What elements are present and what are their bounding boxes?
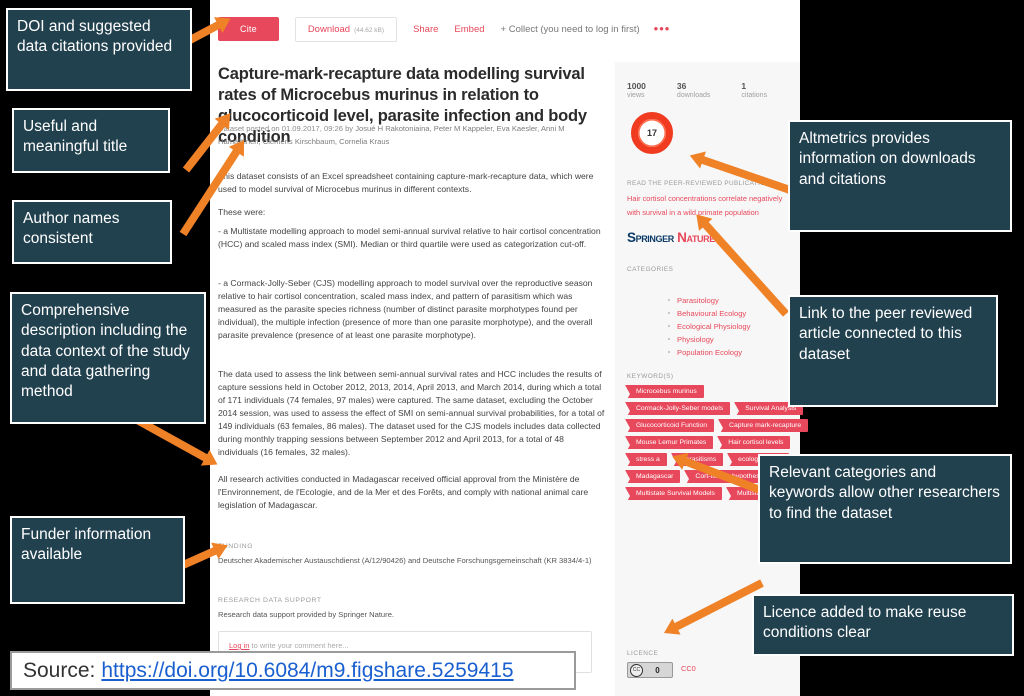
- cc0-badge-icon[interactable]: CC 0: [627, 662, 673, 678]
- annotated-screenshot: Cite Download (44.62 kB) Share Embed + Co…: [0, 0, 1024, 696]
- peer-review-link[interactable]: Hair cortisol concentrations correlate n…: [627, 192, 795, 219]
- source-label: Source:: [23, 658, 96, 682]
- callout-doi-citations: DOI and suggested data citations provide…: [6, 8, 192, 91]
- login-link[interactable]: Log in: [229, 641, 249, 650]
- altmetric-badge[interactable]: 17: [631, 112, 673, 154]
- logo-springer: Springer: [627, 230, 674, 245]
- callout-peer-link: Link to the peer reviewed article connec…: [788, 295, 998, 407]
- cc-icon: CC: [630, 663, 643, 677]
- keyword-tag[interactable]: Hair cortisol levels: [717, 436, 791, 454]
- description-paragraph: The data used to assess the link between…: [218, 369, 605, 458]
- keyword-tag[interactable]: Multistate Survival Models: [625, 487, 722, 505]
- figshare-dataset-page: Cite Download (44.62 kB) Share Embed + Co…: [210, 0, 809, 696]
- keyword-tag[interactable]: Cormack-Jolly-Seber models: [625, 402, 731, 420]
- research-data-support-text: Research data support provided by Spring…: [218, 610, 395, 619]
- callout-licence: Licence added to make reuse conditions c…: [752, 594, 1014, 656]
- description-paragraph: This dataset consists of an Excel spread…: [218, 171, 594, 195]
- description-paragraph: These were:: [218, 207, 266, 217]
- callout-title: Useful and meaningful title: [12, 108, 170, 173]
- views-count: 1000: [627, 81, 646, 91]
- research-data-support-heading: RESEARCH DATA SUPPORT: [218, 597, 322, 604]
- callout-funder: Funder information available: [10, 516, 185, 604]
- downloads-label: downloads: [676, 91, 711, 99]
- altmetric-score: 17: [646, 128, 657, 138]
- licence-heading: LICENCE: [627, 650, 659, 657]
- citations-count: 1: [741, 81, 747, 91]
- posted-date: Dataset posted on 01.09.2017, 09:26 by: [218, 124, 354, 133]
- description-paragraph: - a Cormack-Jolly-Seber (CJS) modelling …: [218, 278, 593, 341]
- downloads-count: 36: [676, 81, 687, 91]
- download-button[interactable]: Download (44.62 kB): [294, 16, 398, 42]
- comment-placeholder: to write your comment here...: [251, 641, 349, 650]
- cc-zero-icon: 0: [655, 665, 660, 675]
- funding-text: Deutscher Akademischer Austauschdienst (…: [218, 556, 592, 565]
- action-toolbar: Cite Download (44.62 kB) Share Embed + Co…: [218, 14, 669, 44]
- keyword-tag[interactable]: Madagascar: [625, 470, 681, 488]
- more-options-icon[interactable]: •••: [654, 22, 671, 35]
- download-label: Download: [307, 23, 351, 35]
- stat-citations: 1 citations: [741, 81, 768, 99]
- stat-views: 1000 views: [627, 81, 646, 99]
- callout-altmetrics: Altmetrics provides information on downl…: [788, 120, 1012, 232]
- keyword-tag[interactable]: Glucocorticoid Function: [625, 419, 715, 437]
- peer-review-heading: READ THE PEER-REVIEWED PUBLICATION:: [627, 180, 773, 187]
- download-size: (44.62 kB): [354, 26, 385, 34]
- licence-value[interactable]: CC0: [681, 664, 696, 673]
- keyword-tag[interactable]: Microcebus murinus: [625, 385, 704, 403]
- citations-label: citations: [741, 91, 768, 99]
- callout-categories: Relevant categories and keywords allow o…: [758, 454, 1012, 564]
- keyword-tag[interactable]: Mouse Lemur Primates: [625, 436, 714, 454]
- callout-authors: Author names consistent: [12, 200, 172, 264]
- keyword-tag[interactable]: Capture mark-recapture: [718, 419, 809, 437]
- keyword-tag[interactable]: stress a: [625, 453, 667, 471]
- description-paragraph: - a Multistate modelling approach to mod…: [218, 226, 601, 250]
- stats-row: 1000 views 36 downloads 1 citations: [627, 81, 768, 99]
- springer-nature-logo: Springer Nature: [627, 230, 715, 245]
- stat-downloads: 36 downloads: [676, 81, 711, 99]
- description-paragraph: All research activities conducted in Mad…: [218, 474, 589, 511]
- collect-button[interactable]: + Collect (you need to log in first): [501, 24, 640, 35]
- source-url[interactable]: https://doi.org/10.6084/m9.figshare.5259…: [101, 659, 513, 683]
- categories-heading: CATEGORIES: [627, 266, 674, 273]
- share-button[interactable]: Share: [413, 24, 438, 35]
- embed-button[interactable]: Embed: [454, 24, 484, 35]
- keywords-heading: KEYWORD(S): [627, 373, 674, 380]
- source-bar: Source: https://doi.org/10.6084/m9.figsh…: [10, 651, 576, 690]
- callout-description: Comprehensive description including the …: [10, 292, 206, 424]
- views-label: views: [627, 91, 645, 99]
- comment-hint: Log in to write your comment here...: [229, 641, 349, 650]
- dataset-meta: Dataset posted on 01.09.2017, 09:26 by J…: [218, 123, 608, 148]
